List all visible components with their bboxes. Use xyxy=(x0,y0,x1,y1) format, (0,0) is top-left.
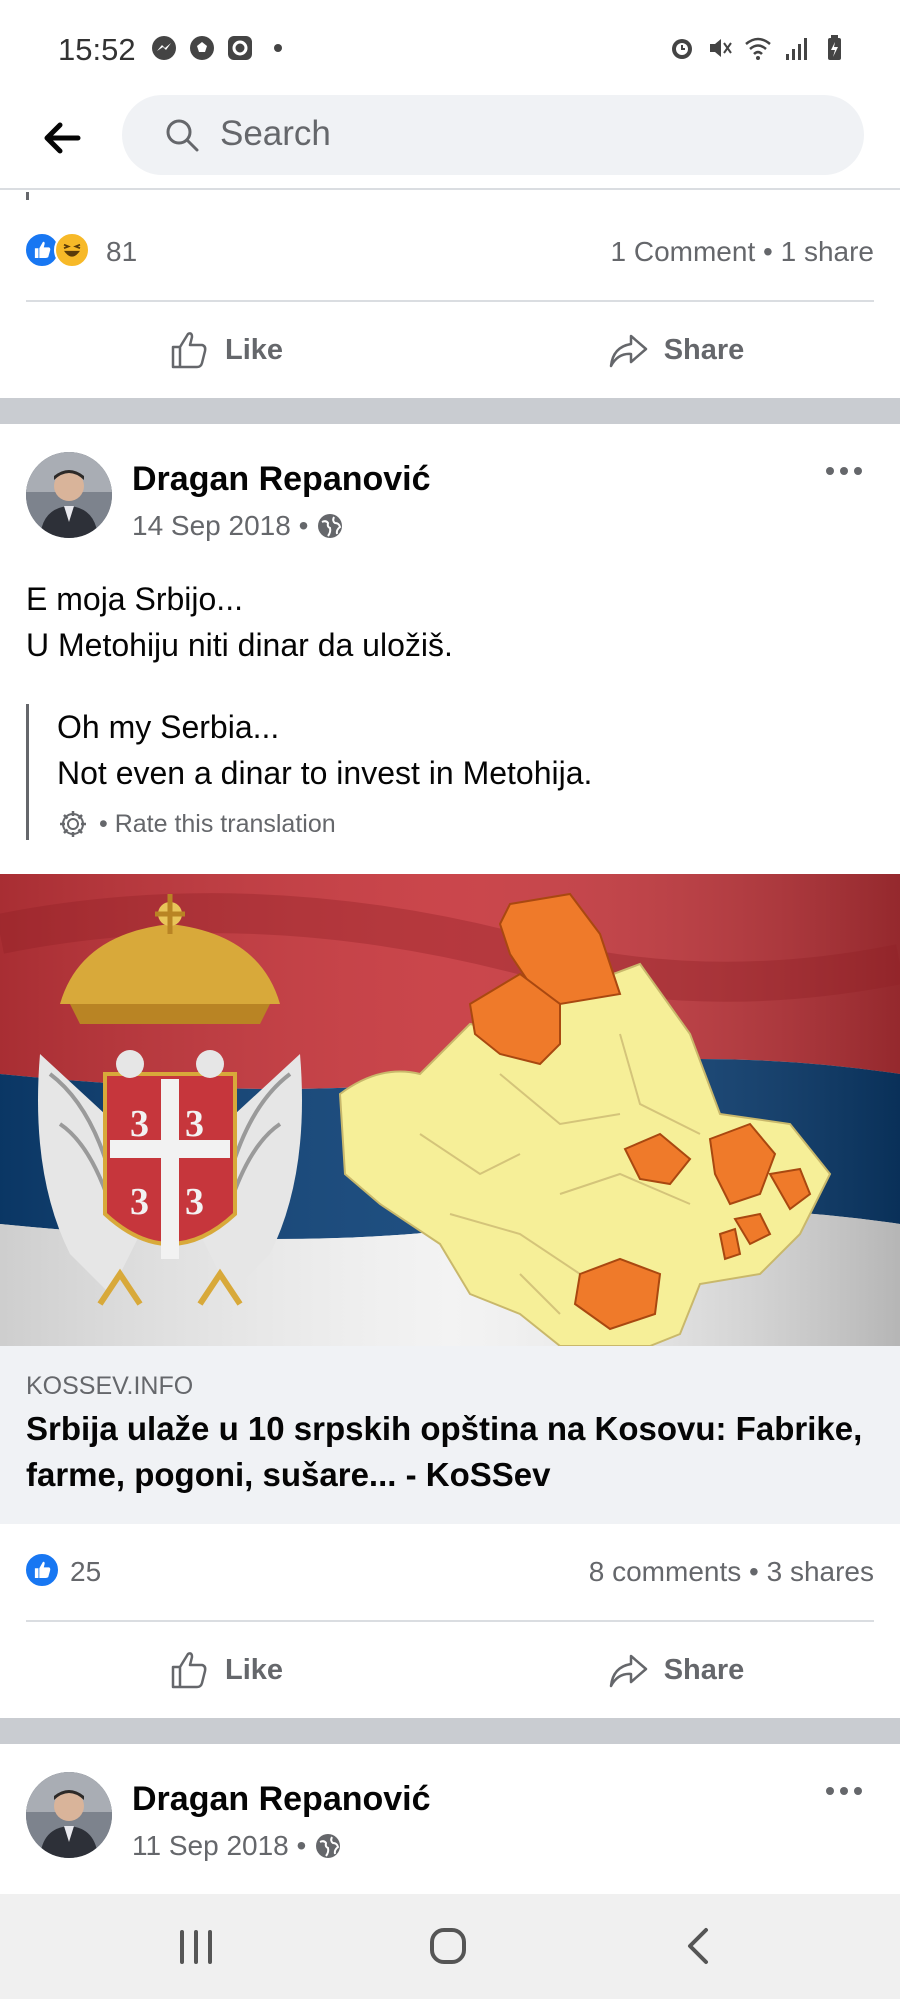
post3-author[interactable]: Dragan Repanović xyxy=(132,1780,431,1819)
post2-avatar[interactable] xyxy=(26,452,112,538)
more-options-icon[interactable] xyxy=(822,1776,866,1806)
gear-icon xyxy=(60,811,86,837)
link-domain: KOSSEV.INFO xyxy=(26,1372,194,1400)
globe-icon xyxy=(318,514,343,538)
post2-stats-row: 25 8 comments • 3 shares xyxy=(0,1542,900,1602)
battery-icon xyxy=(828,35,841,60)
home-icon[interactable] xyxy=(418,1924,478,1970)
post2-like-button[interactable]: Like xyxy=(0,1626,450,1714)
more-options-icon[interactable] xyxy=(822,456,866,486)
rate-translation-label: • Rate this translation xyxy=(99,809,336,838)
svg-text:3: 3 xyxy=(130,1103,149,1145)
post2-share-label: Share xyxy=(663,1653,745,1686)
back-arrow-icon[interactable] xyxy=(38,114,86,162)
post3-header: Dragan Repanović 11 Sep 2018 • xyxy=(0,1772,900,1882)
status-bar: 15:52 xyxy=(0,0,900,92)
globe-icon xyxy=(316,1834,341,1858)
signal-icon xyxy=(786,38,807,60)
post2-text: E moja Srbijo... U Metohiju niti dinar d… xyxy=(26,576,453,668)
post1-reaction-count: 81 xyxy=(106,236,138,267)
haha-reaction-icon xyxy=(54,232,90,268)
share-icon xyxy=(609,334,647,368)
post2-comments-shares[interactable]: 8 comments • 3 shares xyxy=(589,1556,874,1588)
post1-share-label: Share xyxy=(663,333,745,366)
share-icon xyxy=(609,1654,647,1688)
post2-text-line2: U Metohiju niti dinar da uložiš. xyxy=(26,627,453,663)
post1-like-button[interactable]: Like xyxy=(0,306,450,394)
post1-share-button[interactable]: Share xyxy=(450,306,900,394)
post2-header: Dragan Repanović 14 Sep 2018 • xyxy=(0,452,900,562)
post2-translation: Oh my Serbia... Not even a dinar to inve… xyxy=(26,704,846,840)
status-right-icons xyxy=(668,34,848,62)
like-icon xyxy=(171,1652,207,1689)
search-placeholder: Search xyxy=(220,114,331,153)
status-left-icons xyxy=(150,34,292,62)
like-reaction-icon xyxy=(24,1552,60,1588)
wifi-icon xyxy=(745,37,771,60)
post1-action-row: Like Share xyxy=(0,306,900,394)
like-icon xyxy=(171,332,207,369)
post2-reaction-icons[interactable] xyxy=(24,1552,60,1588)
status-time: 15:52 xyxy=(58,32,136,67)
post2-action-row: Like Share xyxy=(0,1626,900,1714)
post2-author[interactable]: Dragan Repanović xyxy=(132,460,431,499)
search-header: Search xyxy=(0,92,900,190)
feed-separator xyxy=(0,398,900,424)
search-input[interactable]: Search xyxy=(122,95,864,175)
svg-text:3: 3 xyxy=(185,1103,204,1145)
post2-date[interactable]: 14 Sep 2018 • xyxy=(132,510,308,542)
post3-avatar[interactable] xyxy=(26,1772,112,1858)
translation-line2: Not even a dinar to invest in Metohija. xyxy=(57,755,593,791)
link-preview-card[interactable]: KOSSEV.INFO Srbija ulaže u 10 srpskih op… xyxy=(0,1346,900,1524)
post1-stats-row: 81 1 Comment • 1 share xyxy=(0,222,900,282)
back-icon[interactable] xyxy=(670,1924,730,1970)
post2-like-label: Like xyxy=(224,1653,284,1686)
soccer-ball-icon xyxy=(190,36,214,60)
notification-dot-icon xyxy=(274,44,282,52)
translation-line1: Oh my Serbia... xyxy=(57,709,280,745)
system-nav-bar xyxy=(0,1894,900,1999)
feed-separator xyxy=(0,1718,900,1744)
svg-text:3: 3 xyxy=(185,1181,204,1223)
divider xyxy=(26,300,874,302)
flag-map-image: 3 3 3 3 xyxy=(0,874,900,1346)
recent-apps-icon[interactable] xyxy=(166,1924,226,1970)
post1-comments-shares[interactable]: 1 Comment • 1 share xyxy=(611,236,874,268)
post2-text-line1: E moja Srbijo... xyxy=(26,581,243,617)
post2-share-button[interactable]: Share xyxy=(450,1626,900,1714)
previous-post-remnant xyxy=(26,192,29,200)
messenger-icon xyxy=(152,36,176,60)
post2-reaction-count: 25 xyxy=(70,1556,102,1587)
post1-like-label: Like xyxy=(224,333,284,366)
post3-meta: 11 Sep 2018 • xyxy=(132,1830,342,1862)
post3-date[interactable]: 11 Sep 2018 • xyxy=(132,1830,306,1862)
alarm-icon xyxy=(672,39,692,59)
rate-translation[interactable]: • Rate this translation xyxy=(57,808,846,840)
app-icon xyxy=(228,36,252,60)
search-icon xyxy=(166,119,199,152)
post2-meta: 14 Sep 2018 • xyxy=(132,510,344,542)
link-preview-image[interactable]: 3 3 3 3 xyxy=(0,874,900,1346)
link-title: Srbija ulaže u 10 srpskih opština na Kos… xyxy=(26,1410,863,1493)
svg-text:3: 3 xyxy=(130,1181,149,1223)
divider xyxy=(26,1620,874,1622)
post1-reaction-icons[interactable] xyxy=(24,232,90,268)
mute-icon xyxy=(710,39,732,57)
